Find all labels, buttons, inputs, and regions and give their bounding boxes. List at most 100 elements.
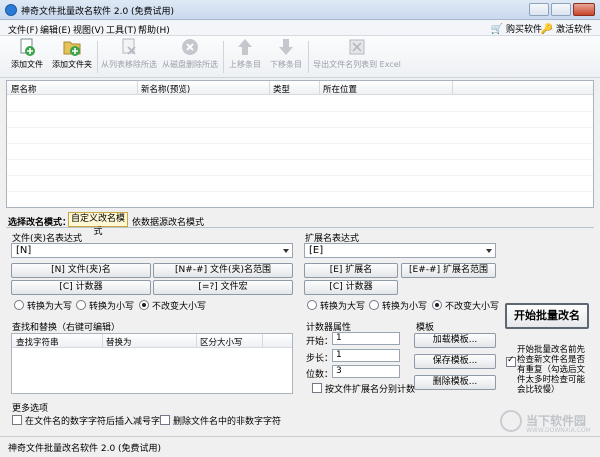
replace-table-header: 查找字符串 替换为 区分大小写 [12,334,292,348]
filename-radio-lower[interactable]: 转换为小写 [76,299,134,312]
insert-file-macro-button[interactable]: [=?] 文件宏 [153,280,293,295]
column-separator [196,334,197,348]
delete-template-button[interactable]: 删除模板... [414,375,496,390]
excel-icon [349,39,365,55]
column-separator [102,334,103,348]
add-folder-button[interactable]: 添加文件夹 [50,38,94,76]
counter-start-label: 开始： [306,337,334,347]
dropdown-arrow-icon [283,249,289,253]
counter-digits-input[interactable]: 3 [332,365,400,378]
toolbar: 添加文件 添加文件夹 从列表移除所选 从磁盘删除所选 上移条目 下移条目 导出文… [0,36,600,78]
load-template-button[interactable]: 加载模板... [414,333,496,348]
insert-ext-counter-button[interactable]: [C] 计数器 [304,280,398,295]
counter-digits-label: 位数： [306,370,334,380]
column-separator [269,81,270,95]
filename-radio-lower-label: 转换为小写 [89,302,135,312]
filename-radio-keep[interactable]: 不改变大小写 [139,299,206,312]
add-file-label: 添加文件 [11,60,43,69]
insert-minus-label: 在文件名的数字字符后插入减号字符 [25,417,170,427]
insert-minus-checkbox[interactable]: 在文件名的数字字符后插入减号字符 [12,414,169,427]
column-new-name[interactable]: 新名称(预览) [141,83,190,95]
ext-radio-lower[interactable]: 转换为小写 [369,299,427,312]
close-button[interactable] [573,3,595,16]
remove-from-list-label: 从列表移除所选 [101,60,157,69]
column-find[interactable]: 查找字符串 [16,336,59,348]
list-gridline [7,127,593,128]
menu-file[interactable]: 文件(F) [8,23,38,36]
checkbox-box [12,415,22,425]
remove-nondigit-checkbox[interactable]: 删除文件名中的非数字字符 [160,414,281,427]
add-folder-label: 添加文件夹 [52,60,92,69]
export-excel-button[interactable]: 导出文件名列表到 Excel [312,38,402,76]
column-separator [452,81,453,95]
dropdown-arrow-icon [486,249,492,253]
filename-radio-upper-label: 转换为大写 [27,302,73,312]
ext-expr-combo[interactable]: [E] [304,243,496,258]
remove-nondigit-label: 删除文件名中的非数字字符 [173,417,282,427]
ext-expr-value: [E] [309,245,324,256]
maximize-button[interactable] [551,3,571,16]
remove-from-list-button[interactable]: 从列表移除所选 [100,38,158,76]
column-original-name[interactable]: 原名称 [11,83,37,95]
list-gridline [7,111,593,112]
radio-dot-selected [432,300,442,310]
insert-name-range-button[interactable]: [N#-#] 文件(夹)名范围 [153,263,293,278]
menu-help[interactable]: 帮助(H) [138,23,170,36]
counter-start-input[interactable]: 1 [332,332,400,345]
activate-link[interactable]: 🔑 激活软件 [541,22,592,35]
filename-radio-upper[interactable]: 转换为大写 [14,299,72,312]
counter-step-label: 步长： [306,354,334,364]
arrow-up-icon [238,39,252,55]
title-bar: 神奇文件批量改名软件 2.0 (免费试用) [0,0,600,20]
delete-circle-icon [182,39,198,55]
column-type[interactable]: 类型 [273,83,290,95]
tab-custom-mode[interactable]: 自定义改名模式 [68,212,128,237]
radio-dot [307,300,317,310]
insert-name-button[interactable]: [N] 文件(夹)名 [11,263,151,278]
remove-file-icon [122,38,136,55]
column-location[interactable]: 所在位置 [323,83,357,95]
minimize-button[interactable] [529,3,549,16]
key-icon: 🔑 [540,24,554,35]
insert-ext-range-button[interactable]: [E#-#] 扩展名范围 [401,263,496,278]
replace-table[interactable]: 查找字符串 替换为 区分大小写 [11,333,293,394]
add-file-icon [20,38,35,56]
column-separator [137,81,138,95]
radio-dot-selected [139,300,149,310]
add-file-button[interactable]: 添加文件 [8,38,46,76]
menu-tools[interactable]: 工具(T) [106,23,137,36]
ext-radio-lower-label: 转换为小写 [382,302,428,312]
file-list-header: 原名称 新名称(预览) 类型 所在位置 [7,81,593,95]
buy-link[interactable]: 🛒 购买软件 [491,22,542,35]
replace-title: 查找和替换（右键可编辑） [12,323,121,333]
ext-radio-upper-label: 转换为大写 [320,302,366,312]
check-duplicate-option[interactable]: 开始批量改名前先检查新文件名是否有重复（勾选后文件太多时检查可能会比较慢） [506,345,590,395]
delete-from-disk-button[interactable]: 从磁盘删除所选 [161,38,219,76]
move-down-button[interactable]: 下移条目 [269,38,303,76]
checkbox-checked [506,355,516,367]
menu-view[interactable]: 视图(V) [73,23,104,36]
column-case[interactable]: 区分大小写 [200,336,243,348]
insert-counter-button[interactable]: [C] 计数器 [11,280,151,295]
insert-ext-button[interactable]: [E] 扩展名 [304,263,398,278]
toolbar-separator [308,41,309,73]
filename-radio-keep-label: 不改变大小写 [152,302,207,312]
filename-expr-value: [N] [16,245,32,256]
buy-label: 购买软件 [505,25,542,35]
filename-expr-combo[interactable]: [N] [11,243,293,258]
checkbox-box [312,383,322,393]
counter-step-input[interactable]: 1 [332,349,400,362]
ext-radio-upper[interactable]: 转换为大写 [307,299,365,312]
start-rename-button[interactable]: 开始批量改名 [505,303,589,329]
file-list[interactable]: 原名称 新名称(预览) 类型 所在位置 [6,80,594,208]
save-template-button[interactable]: 保存模板... [414,354,496,369]
cart-icon: 🛒 [490,24,504,35]
column-separator [319,81,320,95]
add-folder-icon [63,41,81,56]
move-up-button[interactable]: 上移条目 [228,38,262,76]
column-replace[interactable]: 替换为 [106,336,132,348]
count-by-ext-checkbox[interactable]: 按文件扩展名分别计数 [312,382,415,395]
menu-edit[interactable]: 编辑(E) [40,23,71,36]
ext-radio-keep-label: 不改变大小写 [445,302,500,312]
ext-radio-keep[interactable]: 不改变大小写 [432,299,499,312]
